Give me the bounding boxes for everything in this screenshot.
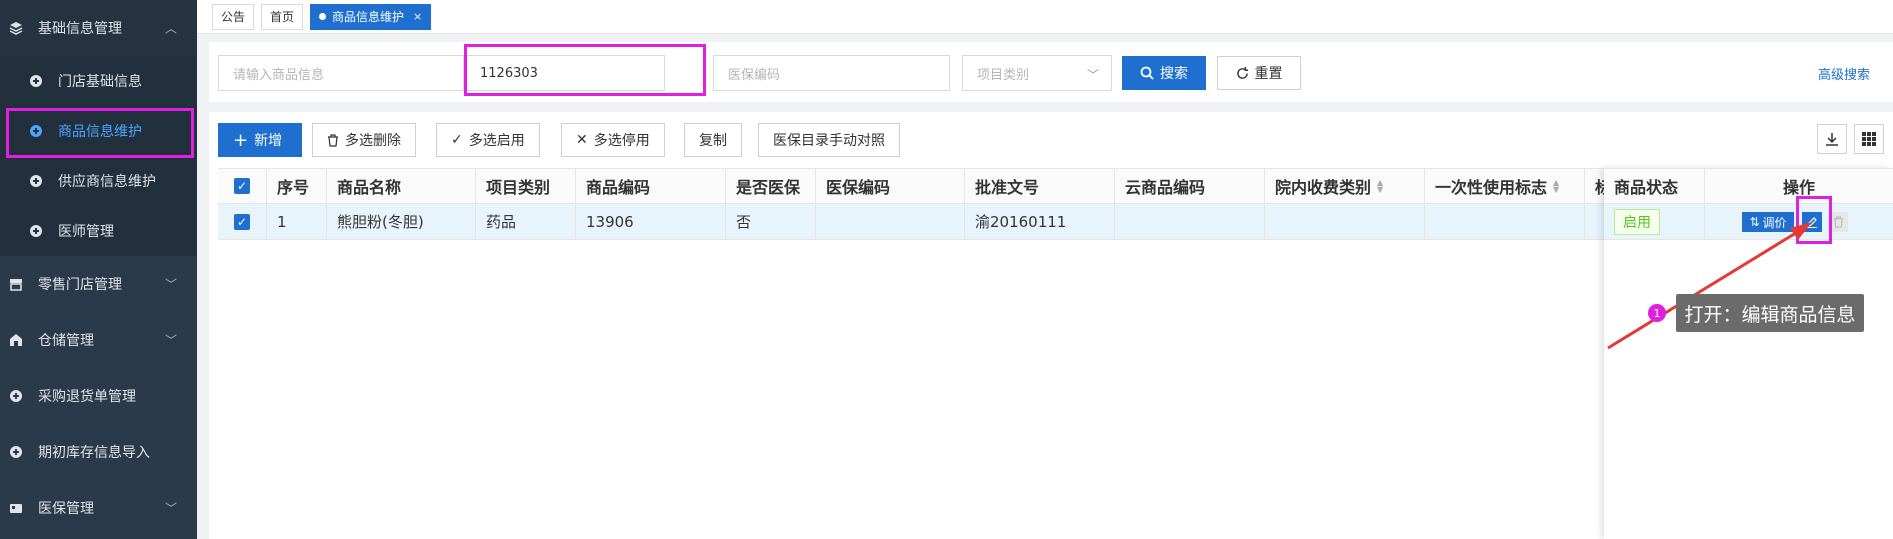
annotation-number-badge: 1: [1648, 304, 1666, 322]
annotation-arrow: [1607, 222, 1812, 350]
annotation-tooltip: 打开：编辑商品信息: [1676, 294, 1864, 332]
